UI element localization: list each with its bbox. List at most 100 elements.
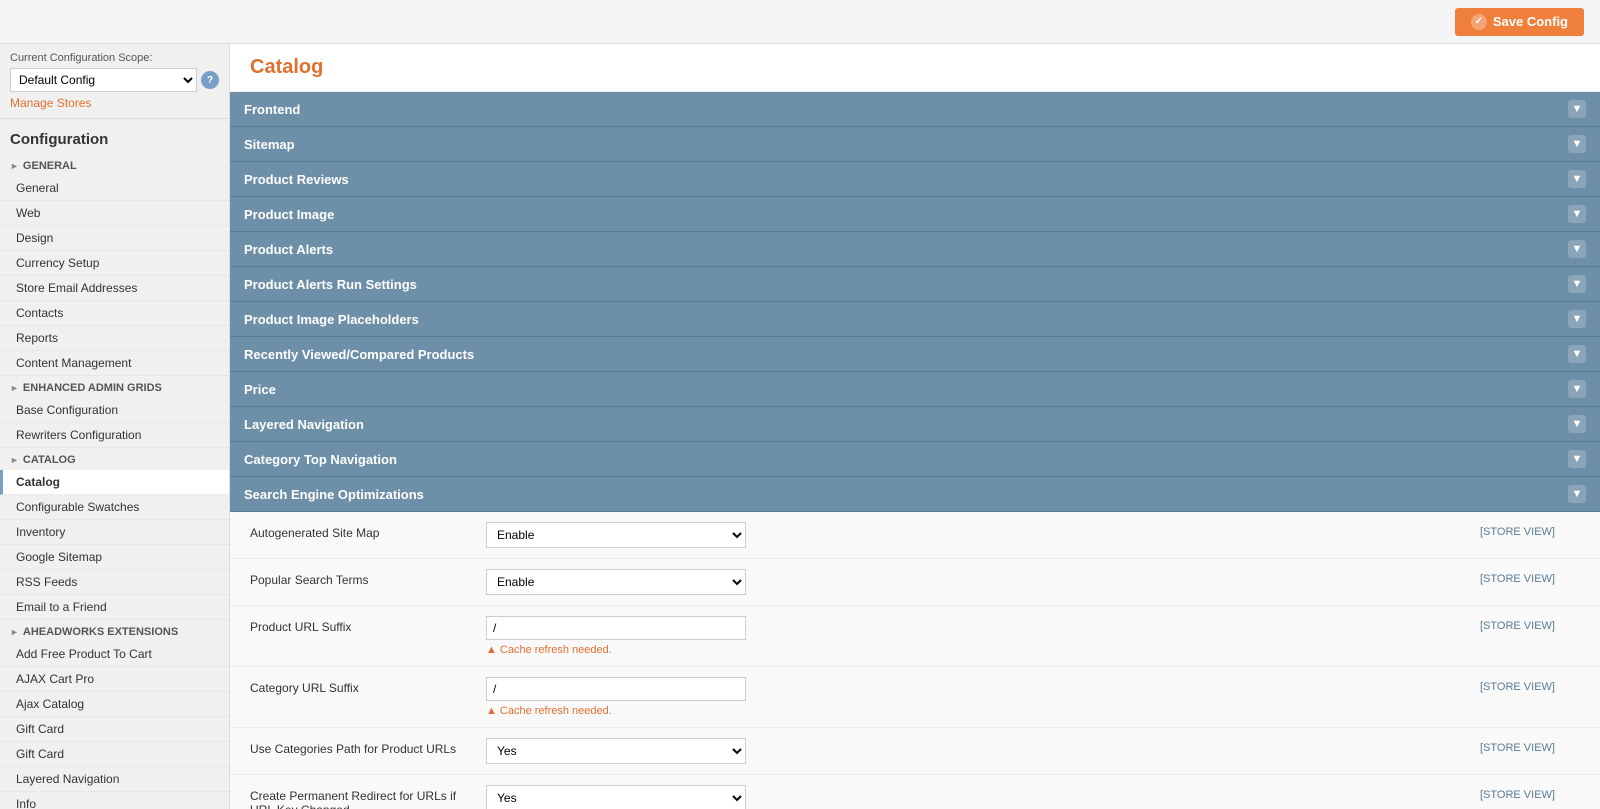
sidebar-item-design[interactable]: Design bbox=[0, 226, 229, 251]
section-label-product_alerts_run: Product Alerts Run Settings bbox=[244, 277, 417, 292]
scope-badge-category_url_suffix: [STORE VIEW] bbox=[1480, 677, 1580, 693]
manage-stores-link[interactable]: Manage Stores bbox=[10, 96, 91, 110]
config-label-permanent_redirect: Create Permanent Redirect for URLs if UR… bbox=[250, 785, 470, 809]
scope-select-row: Default Config ? bbox=[10, 68, 219, 92]
config-row-use_categories_path: Use Categories Path for Product URLsYesN… bbox=[230, 728, 1600, 775]
config-label-autogenerated_sitemap: Autogenerated Site Map bbox=[250, 522, 470, 540]
sidebar-item-google-sitemap[interactable]: Google Sitemap bbox=[0, 545, 229, 570]
scope-select[interactable]: Default Config bbox=[10, 68, 197, 92]
sidebar-item-contacts[interactable]: Contacts bbox=[0, 301, 229, 326]
section-label-sitemap: Sitemap bbox=[244, 137, 295, 152]
scope-label: Current Configuration Scope: bbox=[10, 52, 219, 64]
sidebar: Current Configuration Scope: Default Con… bbox=[0, 44, 230, 809]
save-config-button[interactable]: ✓ Save Config bbox=[1455, 8, 1584, 36]
select-autogenerated_sitemap[interactable]: EnableDisable bbox=[486, 522, 746, 548]
sidebar-item-currency-setup[interactable]: Currency Setup bbox=[0, 251, 229, 276]
header: ✓ Save Config bbox=[0, 0, 1600, 44]
sections-top: Frontend▼Sitemap▼Product Reviews▼Product… bbox=[230, 92, 1600, 477]
section-label-product_image_ph: Product Image Placeholders bbox=[244, 312, 419, 327]
config-row-autogenerated_sitemap: Autogenerated Site MapEnableDisable[STOR… bbox=[230, 512, 1600, 559]
section-header-product_reviews[interactable]: Product Reviews▼ bbox=[230, 162, 1600, 197]
config-row-category_url_suffix: Category URL Suffix ▲ Cache refresh neede… bbox=[230, 667, 1600, 728]
config-input-permanent_redirect: YesNo bbox=[486, 785, 1464, 809]
config-label-product_url_suffix: Product URL Suffix bbox=[250, 616, 470, 634]
sidebar-item-inventory[interactable]: Inventory bbox=[0, 520, 229, 545]
config-input-product_url_suffix: ▲ Cache refresh needed. bbox=[486, 616, 1464, 656]
group-aheadworks-label: ► AHEADWORKS EXTENSIONS bbox=[0, 620, 229, 642]
group-general-label: ► GENERAL bbox=[0, 154, 229, 176]
section-label-frontend: Frontend bbox=[244, 102, 300, 117]
section-toggle-sitemap: ▼ bbox=[1568, 135, 1586, 153]
sidebar-item-layered-nav[interactable]: Layered Navigation bbox=[0, 767, 229, 792]
sidebar-item-rss-feeds[interactable]: RSS Feeds bbox=[0, 570, 229, 595]
config-label-category_url_suffix: Category URL Suffix bbox=[250, 677, 470, 695]
config-input-popular_search_terms: EnableDisable bbox=[486, 569, 1464, 595]
sidebar-item-ajax-cart-pro[interactable]: AJAX Cart Pro bbox=[0, 667, 229, 692]
scope-info-button[interactable]: ? bbox=[201, 71, 219, 89]
sidebar-item-content-mgmt[interactable]: Content Management bbox=[0, 351, 229, 376]
warning-icon: ▲ bbox=[486, 644, 497, 656]
page-title: Catalog bbox=[230, 44, 1600, 92]
section-toggle-layered_nav: ▼ bbox=[1568, 415, 1586, 433]
main-layout: Current Configuration Scope: Default Con… bbox=[0, 44, 1600, 809]
sidebar-item-gift-card-2[interactable]: Gift Card bbox=[0, 742, 229, 767]
config-input-autogenerated_sitemap: EnableDisable bbox=[486, 522, 1464, 548]
sidebar-item-general[interactable]: General bbox=[0, 176, 229, 201]
section-header-product_image[interactable]: Product Image ▼ bbox=[230, 197, 1600, 232]
sidebar-item-catalog[interactable]: Catalog bbox=[0, 470, 229, 495]
sidebar-item-configurable-swatches[interactable]: Configurable Swatches bbox=[0, 495, 229, 520]
group-arrow-3: ► bbox=[10, 455, 19, 465]
section-toggle-frontend: ▼ bbox=[1568, 100, 1586, 118]
section-header-layered_nav[interactable]: Layered Navigation ▼ bbox=[230, 407, 1600, 442]
config-heading: Configuration bbox=[0, 119, 229, 154]
section-header-sitemap[interactable]: Sitemap ▼ bbox=[230, 127, 1600, 162]
seo-toggle-icon: ▼ bbox=[1568, 485, 1586, 503]
group-arrow-4: ► bbox=[10, 627, 19, 637]
scope-badge-product_url_suffix: [STORE VIEW] bbox=[1480, 616, 1580, 632]
cache-note-category_url_suffix: ▲ Cache refresh needed. bbox=[486, 705, 1464, 717]
section-toggle-recently_viewed: ▼ bbox=[1568, 345, 1586, 363]
sidebar-item-store-email[interactable]: Store Email Addresses bbox=[0, 276, 229, 301]
section-label-category_top_nav: Category Top Navigation bbox=[244, 452, 397, 467]
config-row-popular_search_terms: Popular Search TermsEnableDisable[STORE … bbox=[230, 559, 1600, 606]
sidebar-item-rewriters[interactable]: Rewriters Configuration bbox=[0, 423, 229, 448]
section-label-product_image: Product Image bbox=[244, 207, 334, 222]
sidebar-item-add-free-product[interactable]: Add Free Product To Cart bbox=[0, 642, 229, 667]
seo-section: Search Engine Optimizations ▼ Autogenera… bbox=[230, 477, 1600, 809]
section-toggle-product_image: ▼ bbox=[1568, 205, 1586, 223]
content-area: Catalog Frontend▼Sitemap▼Product Reviews… bbox=[230, 44, 1600, 809]
sidebar-item-info[interactable]: Info bbox=[0, 792, 229, 809]
scope-badge-popular_search_terms: [STORE VIEW] bbox=[1480, 569, 1580, 585]
input-category_url_suffix[interactable] bbox=[486, 677, 746, 701]
seo-section-header[interactable]: Search Engine Optimizations ▼ bbox=[230, 477, 1600, 512]
section-toggle-product_image_ph: ▼ bbox=[1568, 310, 1586, 328]
section-toggle-product_reviews: ▼ bbox=[1568, 170, 1586, 188]
sidebar-item-base-config[interactable]: Base Configuration bbox=[0, 398, 229, 423]
select-use_categories_path[interactable]: YesNo bbox=[486, 738, 746, 764]
sidebar-item-reports[interactable]: Reports bbox=[0, 326, 229, 351]
config-input-category_url_suffix: ▲ Cache refresh needed. bbox=[486, 677, 1464, 717]
section-label-layered_nav: Layered Navigation bbox=[244, 417, 364, 432]
section-label-product_alerts: Product Alerts bbox=[244, 242, 333, 257]
config-row-product_url_suffix: Product URL Suffix ▲ Cache refresh needed… bbox=[230, 606, 1600, 667]
seo-section-content: Autogenerated Site Map EnableDisable [STOR… bbox=[230, 512, 1600, 809]
seo-section-label: Search Engine Optimizations bbox=[244, 487, 424, 502]
section-header-product_alerts_run[interactable]: Product Alerts Run Settings▼ bbox=[230, 267, 1600, 302]
select-popular_search_terms[interactable]: EnableDisable bbox=[486, 569, 746, 595]
sidebar-item-web[interactable]: Web bbox=[0, 201, 229, 226]
save-icon: ✓ bbox=[1471, 14, 1487, 30]
scope-badge-permanent_redirect: [STORE VIEW] bbox=[1480, 785, 1580, 801]
input-product_url_suffix[interactable] bbox=[486, 616, 746, 640]
section-header-price[interactable]: Price▼ bbox=[230, 372, 1600, 407]
sidebar-item-email-friend[interactable]: Email to a Friend bbox=[0, 595, 229, 620]
section-header-product_image_ph[interactable]: Product Image Placeholders ▼ bbox=[230, 302, 1600, 337]
section-header-recently_viewed[interactable]: Recently Viewed/Compared Products▼ bbox=[230, 337, 1600, 372]
select-permanent_redirect[interactable]: YesNo bbox=[486, 785, 746, 809]
section-header-frontend[interactable]: Frontend ▼ bbox=[230, 92, 1600, 127]
section-header-product_alerts[interactable]: Product Alerts▼ bbox=[230, 232, 1600, 267]
section-header-category_top_nav[interactable]: Category Top Navigation▼ bbox=[230, 442, 1600, 477]
cache-note-product_url_suffix: ▲ Cache refresh needed. bbox=[486, 644, 1464, 656]
group-catalog-label: ► CATALOG bbox=[0, 448, 229, 470]
sidebar-item-gift-card-1[interactable]: Gift Card bbox=[0, 717, 229, 742]
sidebar-item-ajax-catalog[interactable]: Ajax Catalog bbox=[0, 692, 229, 717]
